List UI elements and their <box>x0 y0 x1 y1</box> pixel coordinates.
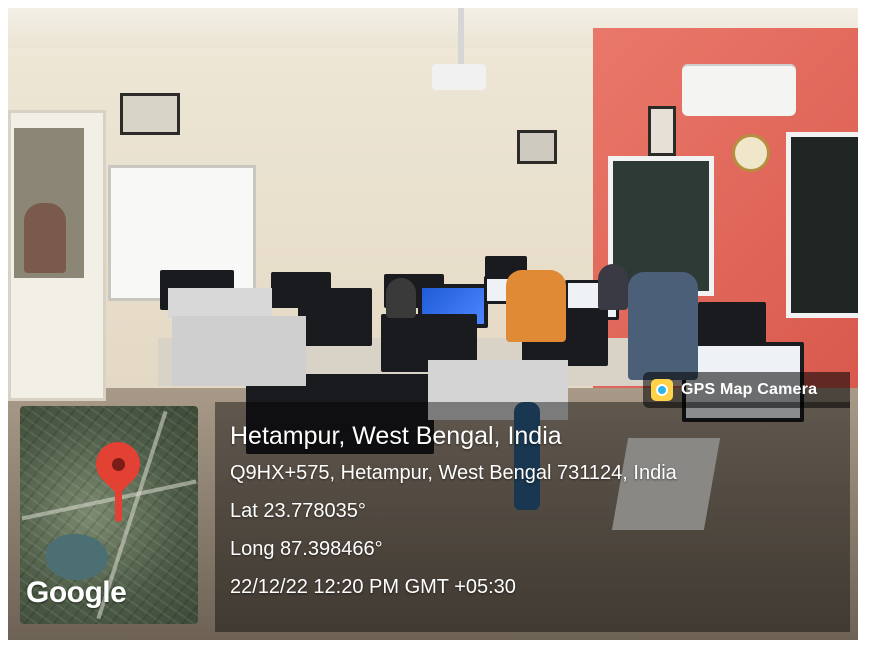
student <box>386 278 416 318</box>
app-badge-label: GPS Map Camera <box>681 381 818 398</box>
portrait-frame <box>120 93 180 135</box>
longitude-value: Long 87.398466° <box>230 538 383 560</box>
person-at-door <box>24 203 66 273</box>
timestamp: 22/12/22 12:20 PM GMT +05:30 <box>230 576 516 598</box>
projector <box>432 64 486 90</box>
cpu-cabinet <box>168 288 272 318</box>
student <box>506 270 566 342</box>
student <box>598 264 628 310</box>
air-conditioner <box>682 64 796 116</box>
full-address: Q9HX+575, Hetampur, West Bengal 731124, … <box>230 462 677 484</box>
place-name: Hetampur, West Bengal, India <box>230 422 562 450</box>
location-map: Google <box>20 406 198 624</box>
gps-map-camera-icon <box>651 379 673 401</box>
app-badge: GPS Map Camera <box>643 372 850 408</box>
google-logo: Google <box>26 576 127 609</box>
window <box>786 132 858 318</box>
monitor <box>298 288 372 346</box>
map-lake <box>46 534 108 580</box>
cpu-cabinet <box>172 316 306 386</box>
portrait-frame <box>648 106 676 156</box>
map-pin-center <box>112 458 125 471</box>
portrait-frame <box>517 130 557 164</box>
latitude-value: Lat 23.778035° <box>230 500 366 522</box>
projector-mount <box>458 8 464 66</box>
student <box>628 272 698 380</box>
wall-clock <box>732 134 770 172</box>
